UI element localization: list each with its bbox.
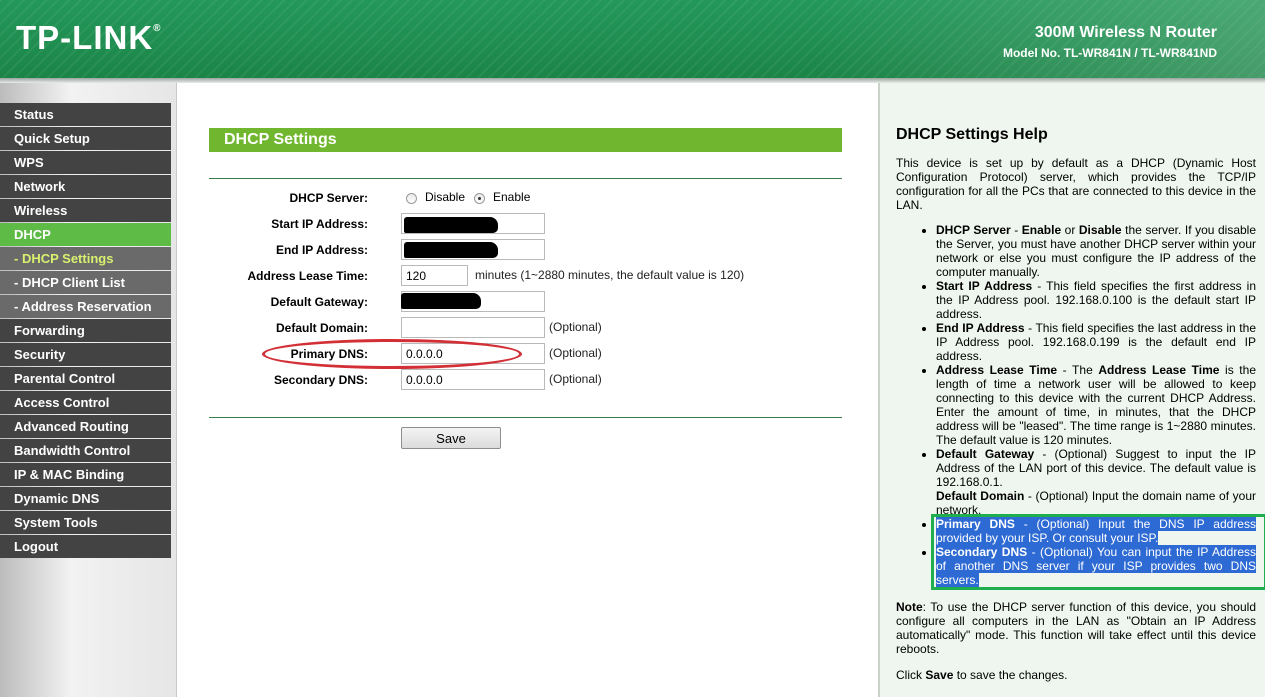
end-ip-redaction xyxy=(404,242,498,258)
sidebar-item-access-control[interactable]: Access Control xyxy=(0,391,171,414)
help-intro: This device is set up by default as a DH… xyxy=(896,156,1256,212)
gateway-redaction xyxy=(401,293,481,309)
product-name: 300M Wireless N Router xyxy=(1034,24,1217,41)
sidebar-item-network[interactable]: Network xyxy=(0,175,171,198)
sidebar-item-dhcp-settings[interactable]: - DHCP Settings xyxy=(0,247,171,270)
page-title: DHCP Settings xyxy=(209,128,842,152)
help-note: Note: To use the DHCP server function of… xyxy=(896,600,1256,656)
primary-dns-optional-hint: (Optional) xyxy=(549,346,602,360)
model-number: Model No. TL-WR841N / TL-WR841ND xyxy=(1002,46,1217,60)
sidebar-item-bandwidth-control[interactable]: Bandwidth Control xyxy=(0,439,171,462)
help-item-default-gateway: Default Gateway - (Optional) Suggest to … xyxy=(936,447,1256,489)
sidebar-item-wps[interactable]: WPS xyxy=(0,151,171,174)
default-domain-label: Default Domain: xyxy=(275,321,368,335)
green-annotation-box xyxy=(931,514,1265,590)
sidebar-item-forwarding[interactable]: Forwarding xyxy=(0,319,171,342)
sidebar-item-dhcp-client-list[interactable]: - DHCP Client List xyxy=(0,271,171,294)
lease-time-hint: minutes (1~2880 minutes, the default val… xyxy=(475,268,745,282)
sidebar-item-status[interactable]: Status xyxy=(0,103,171,126)
header-banner: TP-LINK® 300M Wireless N Router Model No… xyxy=(0,0,1265,78)
sidebar-item-wireless[interactable]: Wireless xyxy=(0,199,171,222)
lease-time-input[interactable] xyxy=(401,265,468,286)
red-annotation-ellipse xyxy=(262,339,522,369)
top-divider xyxy=(209,178,842,179)
sidebar-item-security[interactable]: Security xyxy=(0,343,171,366)
logo-registered-mark: ® xyxy=(153,23,162,34)
sidebar-item-dhcp[interactable]: DHCP xyxy=(0,223,171,246)
start-ip-redaction xyxy=(404,217,498,233)
logo-text: TP-LINK xyxy=(16,19,154,56)
start-ip-label: Start IP Address: xyxy=(271,217,368,231)
sidebar-item-address-reservation[interactable]: - Address Reservation xyxy=(0,295,171,318)
sidebar-item-parental-control[interactable]: Parental Control xyxy=(0,367,171,390)
end-ip-label: End IP Address: xyxy=(275,243,368,257)
help-save-instruction: Click Save to save the changes. xyxy=(896,668,1068,682)
sidebar-item-ip-mac-binding[interactable]: IP & MAC Binding xyxy=(0,463,171,486)
secondary-dns-label: Secondary DNS: xyxy=(273,373,368,387)
bottom-divider xyxy=(209,417,842,418)
secondary-dns-input[interactable] xyxy=(401,369,545,390)
sidebar-menu: Status Quick Setup WPS Network Wireless … xyxy=(0,103,171,559)
help-item-lease-time: Address Lease Time - The Address Lease T… xyxy=(936,363,1256,447)
enable-radio-label: Enable xyxy=(493,190,531,204)
domain-optional-hint: (Optional) xyxy=(549,320,602,334)
help-item-default-domain: Default Domain - (Optional) Input the do… xyxy=(936,489,1256,517)
sidebar-item-dynamic-dns[interactable]: Dynamic DNS xyxy=(0,487,171,510)
sidebar-item-advanced-routing[interactable]: Advanced Routing xyxy=(0,415,171,438)
help-item-dhcp-server: DHCP Server - Enable or Disable the serv… xyxy=(936,223,1256,279)
disable-radio-label: Disable xyxy=(425,190,466,204)
help-item-end-ip: End IP Address - This field specifies th… xyxy=(936,321,1256,363)
sidebar-item-logout[interactable]: Logout xyxy=(0,535,171,558)
help-title: DHCP Settings Help xyxy=(896,126,1048,143)
help-panel: DHCP Settings Help This device is set up… xyxy=(878,83,1265,697)
default-gateway-label: Default Gateway: xyxy=(270,295,368,309)
lease-time-label: Address Lease Time: xyxy=(247,269,369,283)
sidebar-item-quick-setup[interactable]: Quick Setup xyxy=(0,127,171,150)
enable-radio[interactable] xyxy=(474,193,485,204)
sidebar: Status Quick Setup WPS Network Wireless … xyxy=(0,83,177,697)
disable-radio[interactable] xyxy=(406,193,417,204)
help-item-start-ip: Start IP Address - This field specifies … xyxy=(936,279,1256,321)
tp-link-logo: TP-LINK® xyxy=(16,19,162,57)
default-domain-input[interactable] xyxy=(401,317,545,338)
save-button[interactable]: Save xyxy=(401,427,501,449)
sidebar-item-system-tools[interactable]: System Tools xyxy=(0,511,171,534)
main-content: DHCP Settings DHCP Server: Disable Enabl… xyxy=(178,83,878,697)
secondary-dns-optional-hint: (Optional) xyxy=(549,372,602,386)
dhcp-server-label: DHCP Server: xyxy=(289,191,368,205)
